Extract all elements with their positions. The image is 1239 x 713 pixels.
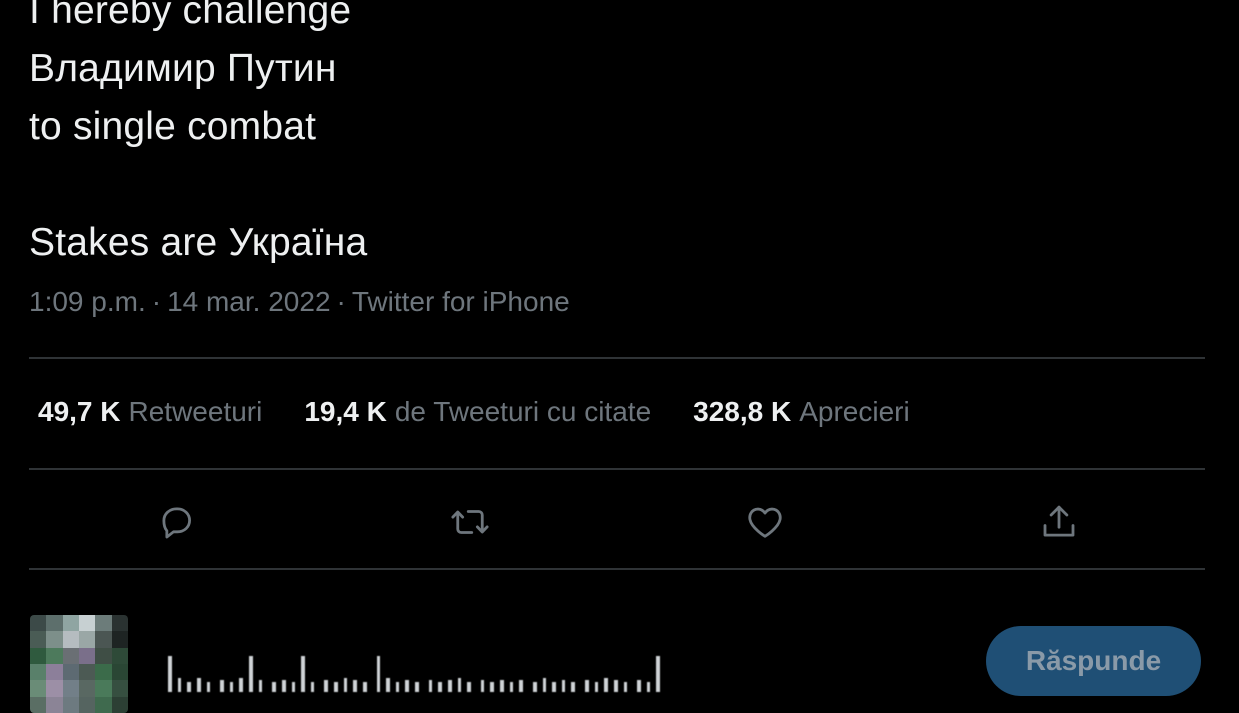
retweets-count: 49,7 K	[38, 396, 121, 427]
reply-input-redacted[interactable]	[160, 648, 660, 692]
retweets-label: Retweeturi	[128, 396, 263, 427]
reply-button[interactable]	[153, 498, 201, 546]
redacted-text-mark	[604, 678, 608, 692]
quotes-count: 19,4 K	[304, 396, 387, 427]
tweet-actions	[0, 492, 1239, 552]
reply-submit-button[interactable]: Răspunde	[986, 626, 1201, 696]
redacted-text-mark	[509, 682, 514, 692]
redacted-text-mark	[500, 680, 504, 692]
redacted-text-mark	[310, 682, 315, 692]
tweet-metadata: 1:09 p.m. · 14 mar. 2022 · Twitter for iPhon…	[29, 286, 570, 318]
divider	[29, 357, 1205, 359]
redacted-text-mark	[291, 682, 296, 692]
divider	[29, 568, 1205, 570]
redacted-text-mark	[571, 682, 575, 692]
redacted-text-mark	[467, 682, 471, 692]
redacted-text-mark	[281, 680, 286, 692]
redacted-text-mark	[637, 680, 641, 692]
likes-label: Aprecieri	[799, 396, 910, 427]
tweet-date[interactable]: 14 mar. 2022	[167, 286, 330, 317]
meta-separator: ·	[151, 286, 162, 317]
redacted-text-mark	[187, 682, 191, 692]
redacted-text-mark	[272, 682, 276, 692]
likes-stat[interactable]: 328,8 K Aprecieri	[693, 396, 910, 428]
redacted-text-mark	[334, 682, 338, 692]
share-button[interactable]	[1035, 498, 1083, 546]
redacted-text-mark	[519, 680, 523, 692]
redacted-text-mark	[258, 680, 263, 692]
redacted-text-mark	[405, 680, 409, 692]
quotes-label: de Tweeturi cu citate	[394, 396, 652, 427]
likes-count: 328,8 K	[693, 396, 792, 427]
like-button[interactable]	[741, 498, 789, 546]
quotes-stat[interactable]: 19,4 Kde Tweeturi cu citate	[304, 396, 651, 428]
redacted-text-mark	[168, 656, 172, 692]
retweet-icon	[451, 510, 489, 534]
redacted-text-mark	[561, 680, 566, 692]
redacted-text-mark	[353, 680, 357, 692]
comment-bubble-icon	[162, 507, 191, 539]
redacted-text-mark	[532, 682, 537, 692]
redacted-text-mark	[552, 682, 556, 692]
redacted-text-mark	[480, 680, 485, 692]
retweets-stat[interactable]: 49,7 K Retweeturi	[38, 396, 262, 428]
tweet-line-5: Stakes are Україна	[29, 221, 368, 264]
redacted-text-mark	[438, 682, 442, 692]
redacted-text-mark	[206, 682, 211, 692]
redacted-text-mark	[428, 680, 433, 692]
redacted-text-mark	[395, 682, 400, 692]
redacted-text-mark	[239, 678, 243, 692]
tweet-time[interactable]: 1:09 p.m.	[29, 286, 146, 317]
redacted-text-mark	[343, 678, 348, 692]
tweet-stats: 49,7 K Retweeturi 19,4 Kde Tweeturi cu ci…	[38, 396, 910, 428]
redacted-text-mark	[457, 678, 462, 692]
redacted-text-mark	[490, 682, 494, 692]
redacted-text-mark	[447, 680, 452, 692]
retweet-button[interactable]	[446, 498, 494, 546]
redacted-text-mark	[646, 682, 651, 692]
redacted-text-mark	[324, 680, 328, 692]
redacted-text-mark	[656, 656, 660, 692]
tweet-text: I hereby challenge Владимир Путин to sin…	[29, 0, 367, 272]
redacted-text-mark	[613, 680, 618, 692]
tweet-line-3: to single combat	[29, 105, 317, 148]
tweet-source[interactable]: Twitter for iPhone	[352, 286, 570, 317]
redacted-text-mark	[196, 678, 201, 692]
redacted-text-mark	[249, 656, 253, 692]
redacted-text-mark	[229, 682, 234, 692]
redacted-text-mark	[585, 680, 589, 692]
share-upload-icon	[1043, 505, 1075, 537]
meta-separator: ·	[336, 286, 346, 317]
redacted-text-mark	[220, 680, 224, 692]
avatar	[30, 615, 128, 713]
redacted-text-mark	[415, 682, 419, 692]
divider	[29, 468, 1205, 470]
redacted-text-mark	[376, 656, 381, 692]
redacted-text-mark	[301, 656, 305, 692]
redacted-text-mark	[386, 678, 390, 692]
reply-composer: Răspunde	[0, 600, 1239, 713]
redacted-text-mark	[623, 682, 628, 692]
redacted-text-mark	[177, 678, 182, 692]
tweet-line-1: I hereby challenge	[29, 0, 352, 32]
redacted-text-mark	[542, 678, 547, 692]
redacted-text-mark	[594, 682, 599, 692]
tweet-line-2: Владимир Путин	[29, 47, 337, 90]
heart-icon	[748, 507, 782, 538]
redacted-text-mark	[362, 682, 367, 692]
